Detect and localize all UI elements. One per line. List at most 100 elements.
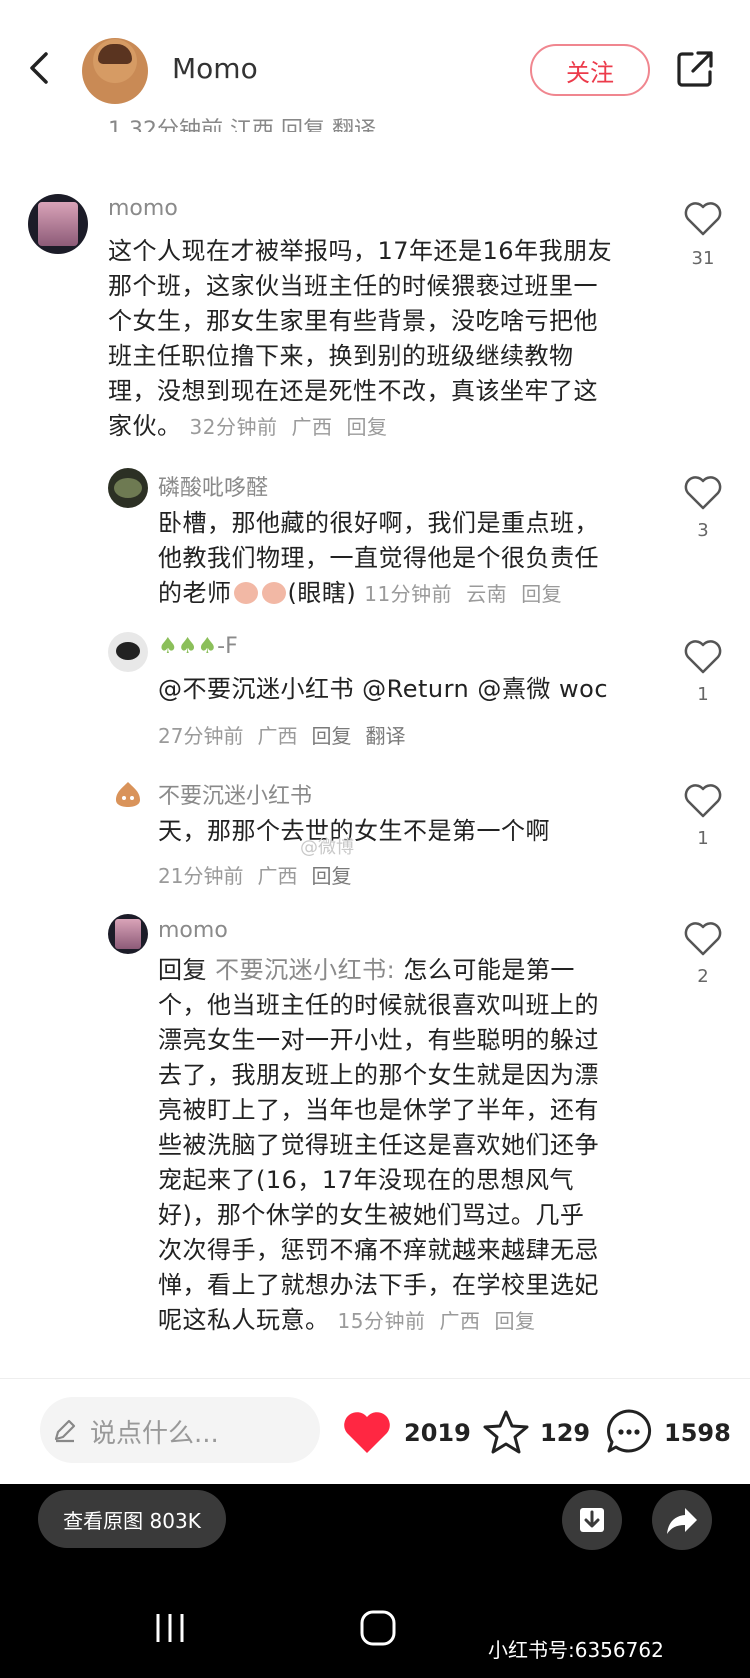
comment-time: 11分钟前 [364, 582, 453, 606]
comment-input[interactable]: 说点什么... [40, 1397, 320, 1463]
commenter-name-text: -F [217, 634, 238, 659]
comment-total: 1598 [664, 1419, 731, 1447]
poop-emoji-avatar[interactable] [112, 780, 144, 808]
comment-line: 去了，我朋友班上的那个女生就是因为漂 [158, 1061, 599, 1089]
comment-meta: 32分钟前 广西 回复 [190, 415, 402, 439]
comment-meta: 11分钟前 云南 回复 [364, 582, 576, 606]
comment-time: 15分钟前 [337, 1309, 426, 1333]
comment-meta: 21分钟前 广西 回复 [158, 860, 365, 889]
star-icon[interactable] [482, 1409, 530, 1455]
comment-line: 那个班，这家伙当班主任的时候猥亵过班里一 [108, 272, 598, 300]
translate-button[interactable]: 翻译 [365, 724, 405, 748]
comment-line: 个，他当班主任的时候就很喜欢叫班上的 [158, 991, 599, 1019]
share-icon[interactable] [676, 50, 714, 88]
like-count: 1 [697, 828, 709, 849]
like-total: 2019 [404, 1419, 471, 1447]
comment-line: 个女生，那女生家里有些背景，没吃啥亏把他 [108, 307, 598, 335]
follow-button[interactable]: 关注 [530, 44, 650, 96]
comment-line: 亮被盯上了，当年也是休学了半年，还有 [158, 1096, 599, 1124]
home-icon[interactable] [358, 1608, 398, 1648]
comment-line: 漂亮女生一对一开小灶，有些聪明的躲过 [158, 1026, 599, 1054]
commenter-avatar[interactable] [108, 914, 148, 954]
comment-text: 卧槽，那他藏的很好啊，我们是重点班， 他教我们物理，一直觉得他是个很负责任 的老… [158, 506, 648, 612]
reply-prefix: 回复 [158, 956, 207, 984]
commenter-avatar[interactable] [108, 468, 148, 508]
recent-apps-icon[interactable] [150, 1608, 190, 1648]
heart-filled-icon[interactable] [342, 1411, 392, 1455]
emoji-text: (眼瞎) [287, 579, 357, 607]
comment-location: 广西 [291, 415, 333, 439]
like-count: 1 [697, 684, 709, 705]
comment-line-text: 呢这私人玩意。 [158, 1306, 330, 1334]
comment-line: 这个人现在才被举报吗，17年还是16年我朋友 [108, 237, 613, 265]
comment-line: 回复 不要沉迷小红书: 怎么可能是第一 [158, 953, 658, 988]
watermark-overlay: @微博 [300, 837, 354, 858]
comment-location: 广西 [257, 724, 298, 748]
commenter-name[interactable]: ♠♠♠-F [158, 634, 238, 659]
comment-input-placeholder: 说点什么... [90, 1419, 219, 1449]
comment-line: 家伙。 32分钟前 广西 回复 [108, 409, 648, 445]
forward-button[interactable] [652, 1490, 712, 1550]
comment-time: 32分钟前 [189, 415, 278, 439]
crying-emoji-icon [233, 582, 258, 604]
commenter-avatar[interactable] [108, 632, 148, 672]
comment-line: 宠起来了(16，17年没现在的思想风气 [158, 1166, 574, 1194]
heart-icon[interactable] [684, 784, 722, 818]
comment-line-text: 怎么可能是第一 [403, 956, 575, 984]
comment-text: 这个人现在才被举报吗，17年还是16年我朋友 那个班，这家伙当班主任的时候猥亵过… [108, 234, 648, 445]
bottom-action-bar: 说点什么... 2019 129 1598 [0, 1378, 750, 1485]
reply-button[interactable]: 回复 [494, 1309, 535, 1333]
comment-meta: 27分钟前 广西 回复 翻译 [158, 720, 419, 749]
download-button[interactable] [562, 1490, 622, 1550]
commenter-name[interactable]: 磷酸吡哆醛 [158, 470, 268, 502]
comment-line: 好)，那个休学的女生被她们骂过。几乎 [158, 1201, 585, 1229]
comment-line: 理，没想到现在还是死性不改，真该坐牢了这 [108, 377, 598, 405]
comment-bubble-icon[interactable] [604, 1407, 654, 1455]
sprout-emoji-icon: ♠♠♠ [158, 634, 218, 659]
comment-location: 广西 [257, 864, 298, 888]
view-original-button[interactable]: 查看原图 803K [38, 1490, 226, 1548]
previous-comment-meta: 1 32分钟前 江西 回复 翻译 [108, 118, 376, 132]
comment-line: 的老师 (眼瞎) 11分钟前 云南 回复 [158, 576, 648, 612]
reply-button[interactable]: 回复 [346, 415, 387, 439]
back-arrow-icon[interactable] [22, 50, 58, 86]
commenter-name[interactable]: momo [158, 918, 228, 943]
comment-line: 卧槽，那他藏的很好啊，我们是重点班， [158, 509, 599, 537]
top-nav-bar: Momo 关注 1 32分钟前 江西 回复 翻译 [0, 0, 750, 132]
pencil-icon [54, 1419, 76, 1443]
comment-line: 次次得手，惩罚不痛不痒就越来越肆无忌 [158, 1236, 599, 1264]
comment-line: 惮，看上了就想办法下手，在学校里选妃 [158, 1271, 599, 1299]
comment-line: 些被洗脑了觉得班主任这是喜欢她们还争 [158, 1131, 599, 1159]
comment-location: 广西 [439, 1309, 481, 1333]
heart-icon[interactable] [684, 922, 722, 956]
heart-icon[interactable] [684, 476, 722, 510]
crying-emoji-icon [261, 582, 286, 604]
heart-icon[interactable] [684, 202, 722, 236]
collect-total: 129 [540, 1419, 591, 1447]
download-icon [580, 1508, 604, 1532]
reply-button[interactable]: 回复 [311, 724, 351, 748]
like-count: 31 [691, 248, 715, 269]
like-count: 2 [697, 966, 709, 987]
commenter-name[interactable]: momo [108, 196, 178, 221]
comment-time: 21分钟前 [158, 864, 244, 888]
comment-text: 天，那那个去世的女生不是第一个啊 [158, 817, 550, 845]
reply-button[interactable]: 回复 [311, 864, 351, 888]
author-name[interactable]: Momo [172, 52, 258, 85]
comment-location: 云南 [466, 582, 508, 606]
comment-line: 呢这私人玩意。 15分钟前 广西 回复 [158, 1303, 658, 1339]
commenter-name[interactable]: 不要沉迷小红书 [158, 778, 312, 810]
reply-button[interactable]: 回复 [521, 582, 562, 606]
comment-line: 他教我们物理，一直觉得他是个很负责任 [158, 544, 599, 572]
commenter-avatar[interactable] [28, 194, 88, 254]
comment-meta: 15分钟前 广西 回复 [338, 1309, 550, 1333]
comment-line: 班主任职位撸下来，换到别的班级继续教物 [108, 342, 574, 370]
comment-line-text: 的老师 [158, 579, 232, 607]
reply-to-user[interactable]: 不要沉迷小红书: [215, 956, 395, 984]
author-avatar[interactable] [82, 38, 148, 104]
forward-arrow-icon [667, 1508, 697, 1534]
heart-icon[interactable] [684, 640, 722, 674]
comment-line-text: 家伙。 [108, 412, 182, 440]
watermark-text: 小红书号:6356762 [488, 1638, 664, 1662]
comment-time: 27分钟前 [158, 724, 244, 748]
